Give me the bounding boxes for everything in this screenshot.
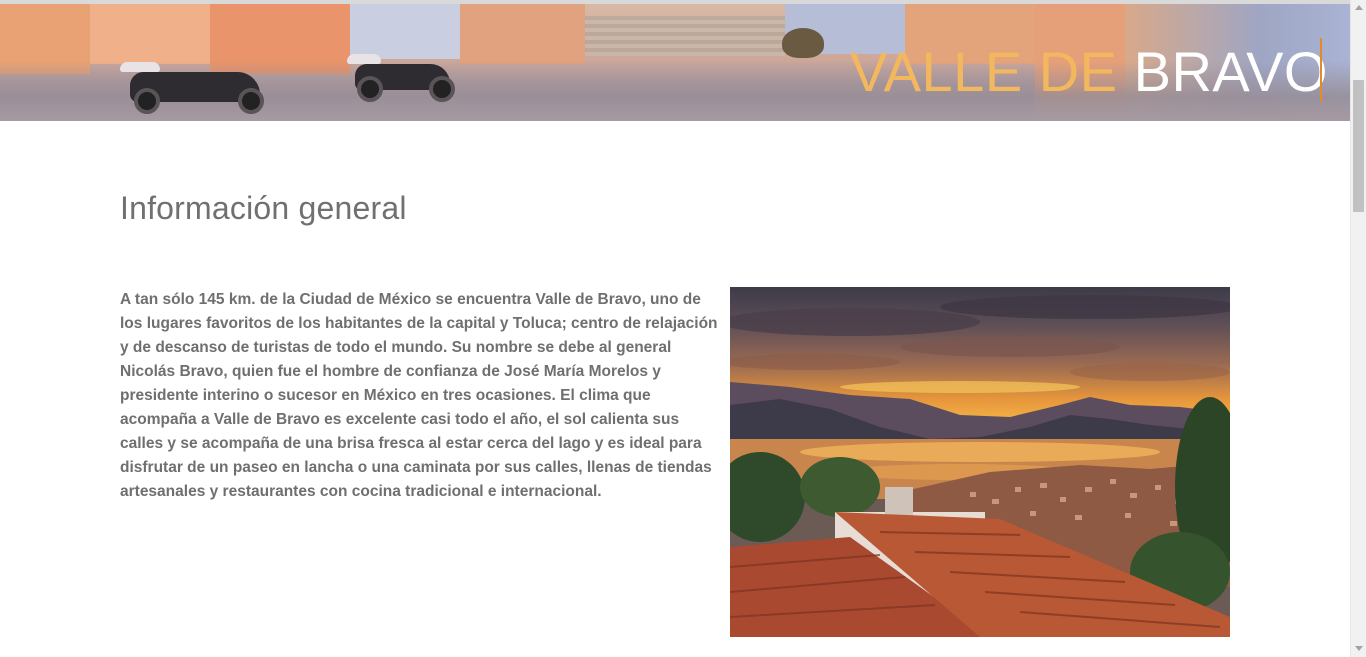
sunset-lake-illustration (730, 295, 1230, 637)
hero-building-facade (460, 4, 585, 64)
chevron-up-icon (1354, 5, 1363, 10)
scroll-thumb[interactable] (1353, 80, 1364, 212)
valle-de-bravo-photo (730, 287, 1230, 637)
hero-building-facade (90, 4, 210, 64)
hero-planter (782, 28, 824, 58)
hero-banner: VALLE DE BRAVO (0, 4, 1350, 121)
page-scrollbar[interactable] (1350, 0, 1366, 657)
chevron-down-icon (1354, 646, 1363, 651)
hero-title-part2: BRAVO (1133, 40, 1328, 103)
hero-stairs (585, 16, 785, 56)
hero-title: VALLE DE BRAVO (850, 40, 1328, 104)
intro-paragraph: A tan sólo 145 km. de la Ciudad de Méxic… (120, 291, 718, 500)
hero-building-facade (350, 4, 460, 59)
hero-title-part1: VALLE DE (849, 40, 1118, 103)
scroll-up-button[interactable] (1351, 0, 1366, 16)
scroll-down-button[interactable] (1351, 641, 1366, 657)
section-title: Información general (120, 190, 407, 226)
text-cursor (1320, 38, 1322, 102)
